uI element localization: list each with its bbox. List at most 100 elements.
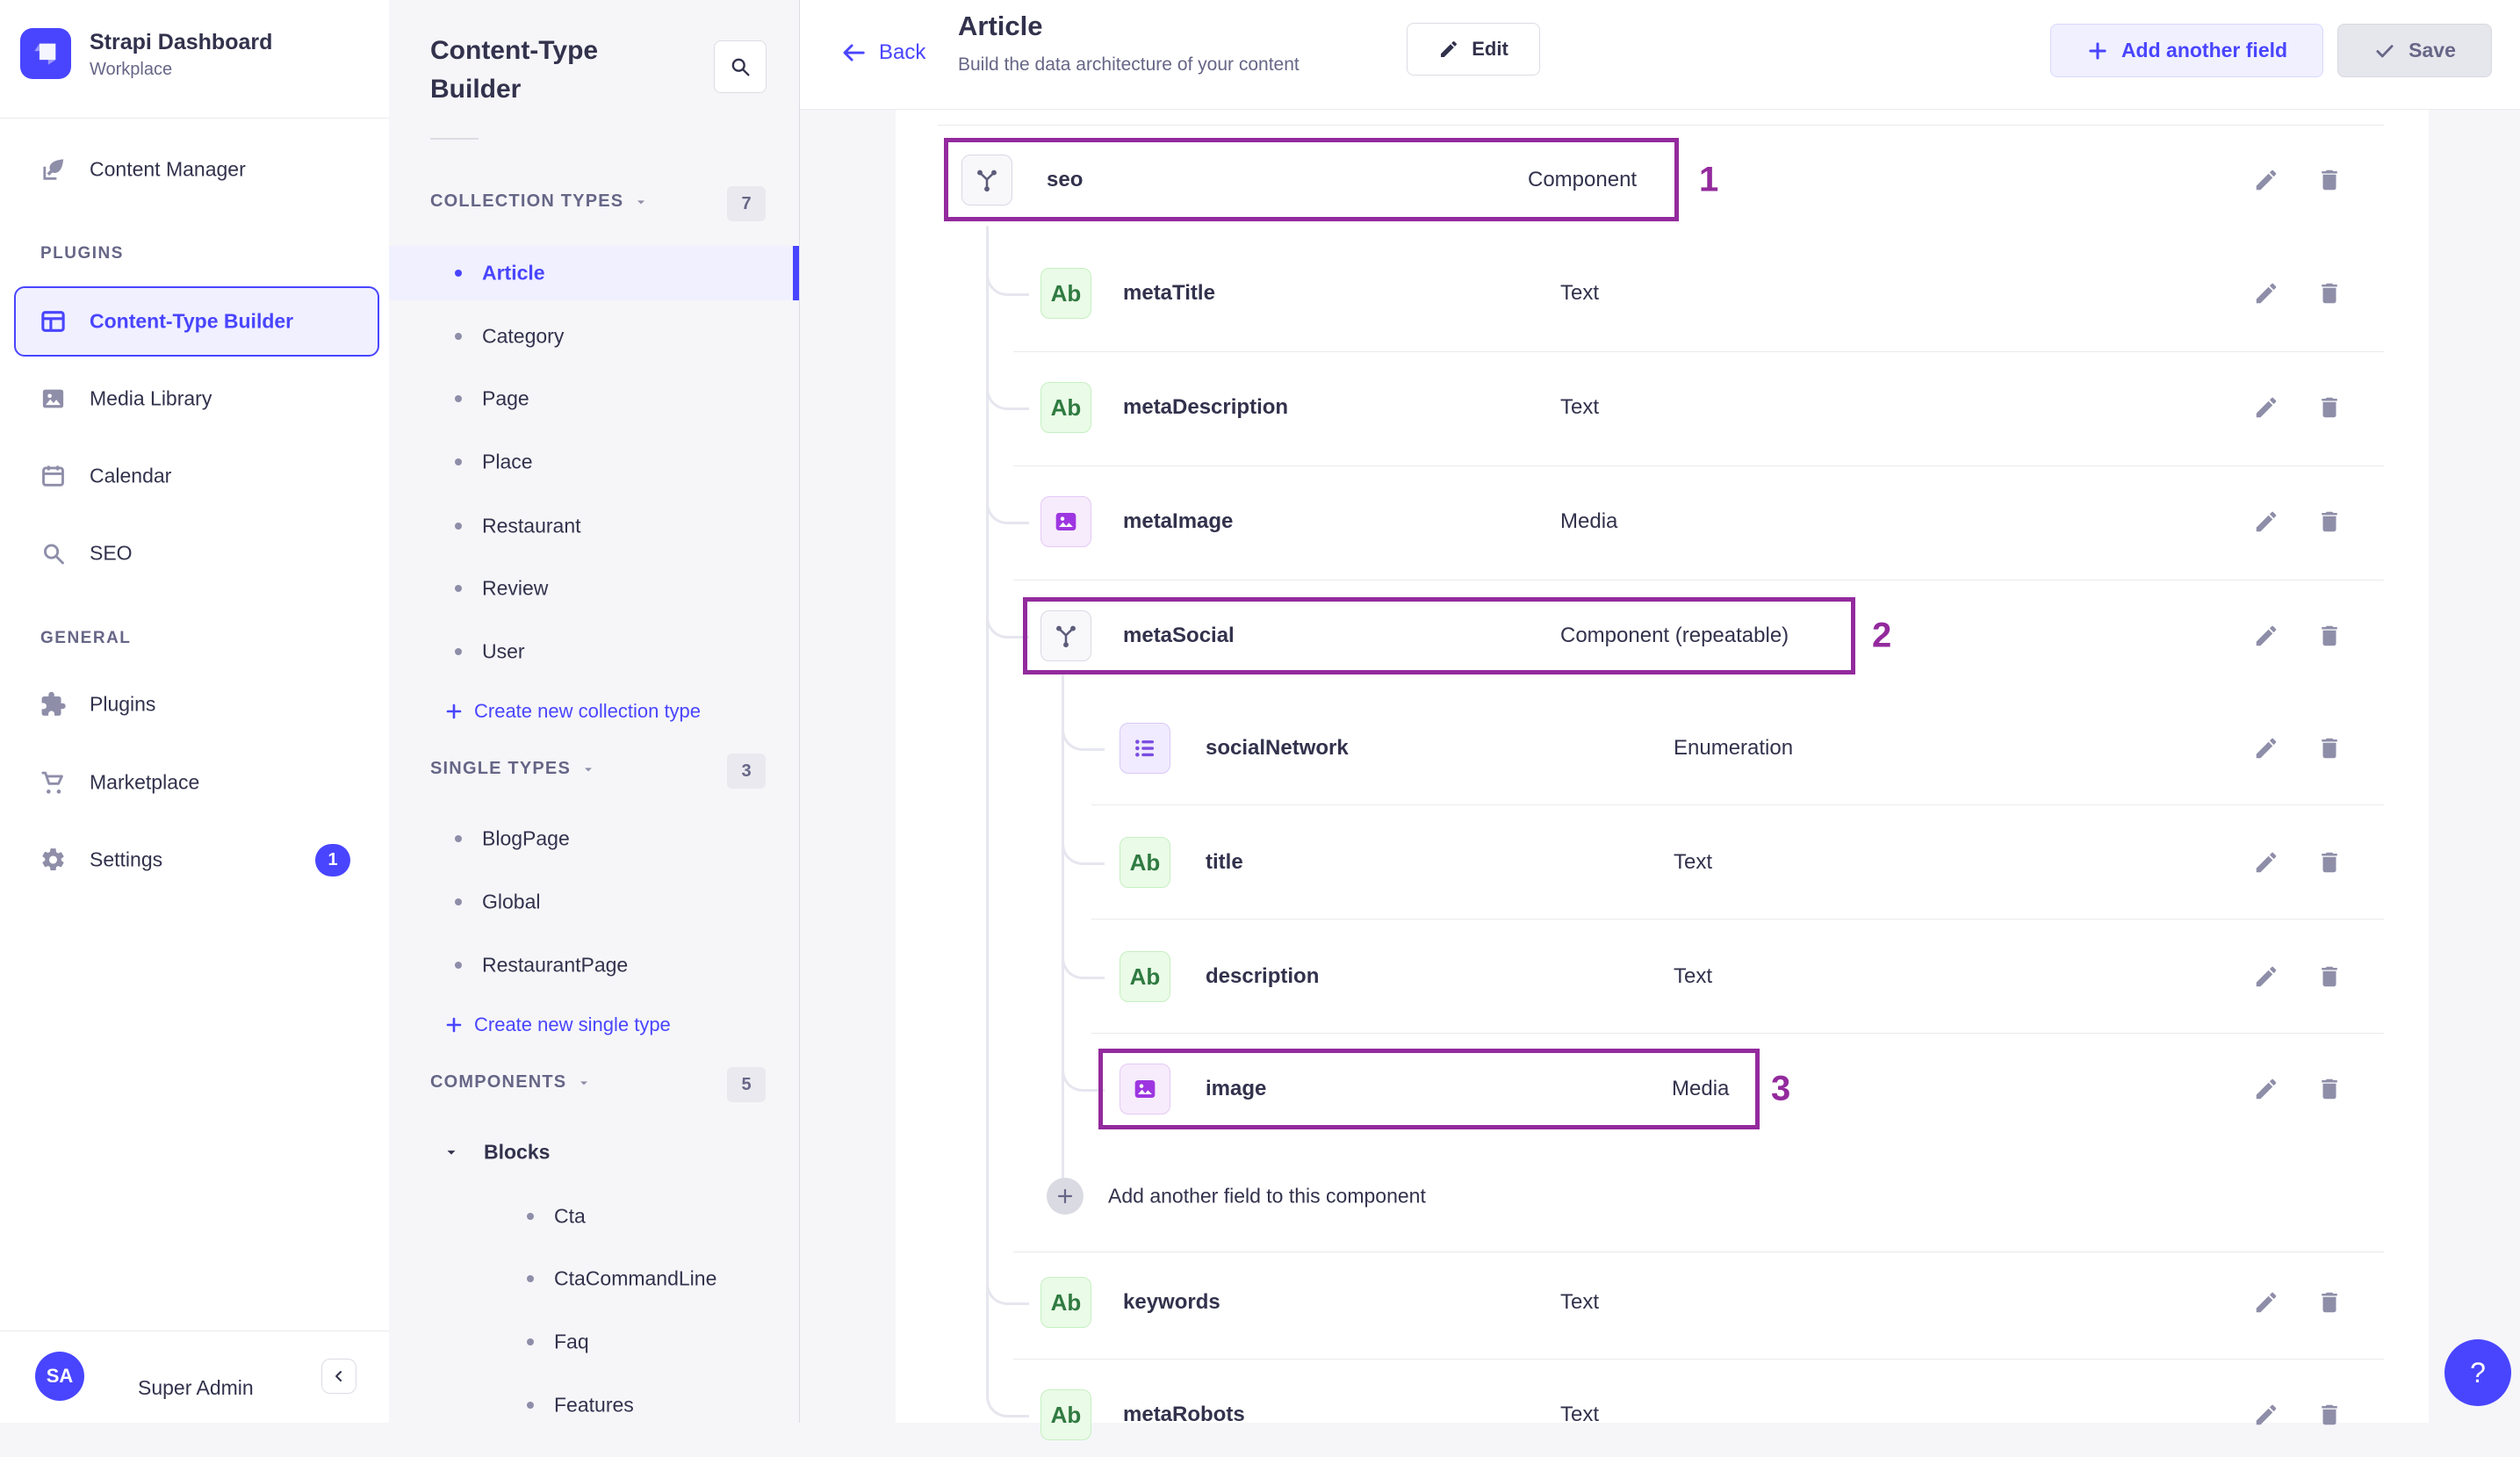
builder-item-label: CtaCommandLine — [554, 1266, 717, 1290]
field-type: Enumeration — [1674, 736, 1794, 760]
delete-field-button[interactable] — [2316, 509, 2343, 535]
builder-item-blogpage[interactable]: BlogPage — [389, 811, 799, 866]
divider — [0, 118, 389, 119]
delete-field-button[interactable] — [2316, 735, 2343, 761]
delete-field-button[interactable] — [2316, 1289, 2343, 1316]
section-header-components[interactable]: COMPONENTS — [430, 1072, 591, 1093]
sidebar-item-plugins[interactable]: Plugins — [0, 673, 389, 736]
builder-item-global[interactable]: Global — [389, 875, 799, 929]
add-field-to-component-button[interactable] — [1047, 1178, 1084, 1215]
collapse-sidebar-button[interactable] — [321, 1359, 356, 1394]
builder-item-features[interactable]: Features — [389, 1378, 799, 1432]
delete-field-button[interactable] — [2316, 1402, 2343, 1428]
delete-field-button[interactable] — [2316, 167, 2343, 193]
plus-icon-wrap — [443, 1014, 464, 1035]
builder-item-restaurantpage[interactable]: RestaurantPage — [389, 938, 799, 992]
edit-field-button[interactable] — [2253, 735, 2279, 761]
delete-field-button[interactable] — [2316, 963, 2343, 990]
fields-content: seo Component 1 Ab metaTitle Text Ab metaDescri… — [800, 110, 2520, 1440]
delete-field-button[interactable] — [2316, 849, 2343, 876]
builder-item-article[interactable]: Article — [389, 246, 799, 300]
edit-field-button[interactable] — [2253, 849, 2279, 876]
search-icon — [731, 58, 750, 76]
sidebar-item-seo[interactable]: SEO — [0, 522, 389, 585]
annotation-box-2 — [1023, 597, 1855, 674]
search-button[interactable] — [714, 40, 767, 93]
builder-item-label: Category — [482, 324, 565, 348]
edit-field-button[interactable] — [2253, 1076, 2279, 1102]
sidebar-item-label: Content Manager — [90, 157, 246, 181]
builder-group-blocks[interactable]: Blocks — [389, 1125, 799, 1179]
edit-field-button[interactable] — [2253, 963, 2279, 990]
edit-field-button[interactable] — [2253, 394, 2279, 421]
builder-item-label: Restaurant — [482, 514, 581, 537]
delete-field-button[interactable] — [2316, 623, 2343, 649]
edit-field-button[interactable] — [2253, 623, 2279, 649]
sidebar-item-content-manager[interactable]: Content Manager — [0, 138, 389, 201]
plus-icon — [446, 1017, 462, 1033]
builder-item-review[interactable]: Review — [389, 561, 799, 616]
sidebar-item-label: Settings — [90, 848, 163, 871]
plus-icon — [1057, 1188, 1073, 1204]
create-new-action[interactable]: Create new single type — [389, 1000, 799, 1049]
builder-item-place[interactable]: Place — [389, 435, 799, 489]
delete-field-button[interactable] — [2316, 1076, 2343, 1102]
sidebar-item-label: Calendar — [90, 464, 172, 487]
row-divider — [1013, 465, 2384, 466]
edit-field-button[interactable] — [2253, 167, 2279, 193]
edit-field-button[interactable] — [2253, 280, 2279, 307]
field-name: description — [1206, 964, 1320, 988]
field-name: socialNetwork — [1206, 736, 1349, 760]
section-header-label: COMPONENTS — [430, 1072, 567, 1092]
enum-field-icon — [1120, 723, 1170, 774]
section-header-collection-types[interactable]: COLLECTION TYPES — [430, 191, 648, 212]
sidebar-item-label: Marketplace — [90, 770, 200, 794]
field-type: Text — [1674, 964, 1713, 988]
row-divider — [1013, 580, 2384, 581]
field-name: keywords — [1123, 1290, 1220, 1314]
back-link[interactable]: Back — [840, 40, 925, 66]
edit-field-button[interactable] — [2253, 1289, 2279, 1316]
save-label: Save — [2408, 39, 2456, 61]
section-header-label: SINGLE TYPES — [430, 759, 571, 778]
bullet-icon — [455, 458, 462, 465]
delete-field-button[interactable] — [2316, 394, 2343, 421]
sidebar-item-label: SEO — [90, 541, 133, 565]
trash-icon — [2322, 397, 2337, 418]
builder-item-restaurant[interactable]: Restaurant — [389, 499, 799, 553]
check-icon — [2376, 44, 2394, 57]
builder-item-faq[interactable]: Faq — [389, 1315, 799, 1369]
sidebar-item-label: Content-Type Builder — [90, 309, 294, 333]
edit-field-button[interactable] — [2253, 509, 2279, 535]
pencil-icon — [2256, 966, 2277, 987]
sidebar-item-media-library[interactable]: Media Library — [0, 367, 389, 430]
search-icon — [44, 544, 64, 565]
trash-icon — [2322, 738, 2337, 759]
builder-item-ctacommandline[interactable]: CtaCommandLine — [389, 1251, 799, 1306]
sidebar-item-settings[interactable]: Settings 1 — [0, 828, 389, 891]
create-new-label: Create new single type — [474, 1013, 671, 1035]
edit-button[interactable]: Edit — [1407, 23, 1540, 76]
caret-down-icon — [585, 767, 592, 771]
text-field-icon: Ab — [1040, 268, 1091, 319]
create-new-action[interactable]: Create new collection type — [389, 687, 799, 736]
row-divider — [1013, 1359, 2384, 1360]
pencil-icon — [2256, 1292, 2277, 1313]
save-button[interactable]: Save — [2337, 24, 2492, 77]
edit-field-button[interactable] — [2253, 1402, 2279, 1428]
builder-item-cta[interactable]: Cta — [389, 1189, 799, 1244]
avatar[interactable]: SA — [35, 1352, 84, 1401]
add-field-to-component-label[interactable]: Add another field to this component — [1108, 1185, 1426, 1208]
sidebar-item-marketplace[interactable]: Marketplace — [0, 751, 389, 814]
add-another-field-button[interactable]: Add another field — [2050, 24, 2323, 77]
delete-field-button[interactable] — [2316, 280, 2343, 307]
sidebar-item-calendar[interactable]: Calendar — [0, 444, 389, 508]
builder-item-user[interactable]: User — [389, 624, 799, 679]
section-header-single-types[interactable]: SINGLE TYPES — [430, 759, 595, 779]
help-button[interactable]: ? — [2444, 1339, 2511, 1406]
pencil-icon — [2256, 170, 2277, 191]
enum-icon — [1135, 739, 1154, 757]
sidebar-item-content-type-builder[interactable]: Content-Type Builder — [0, 290, 389, 353]
builder-item-category[interactable]: Category — [389, 309, 799, 364]
builder-item-page[interactable]: Page — [389, 371, 799, 426]
